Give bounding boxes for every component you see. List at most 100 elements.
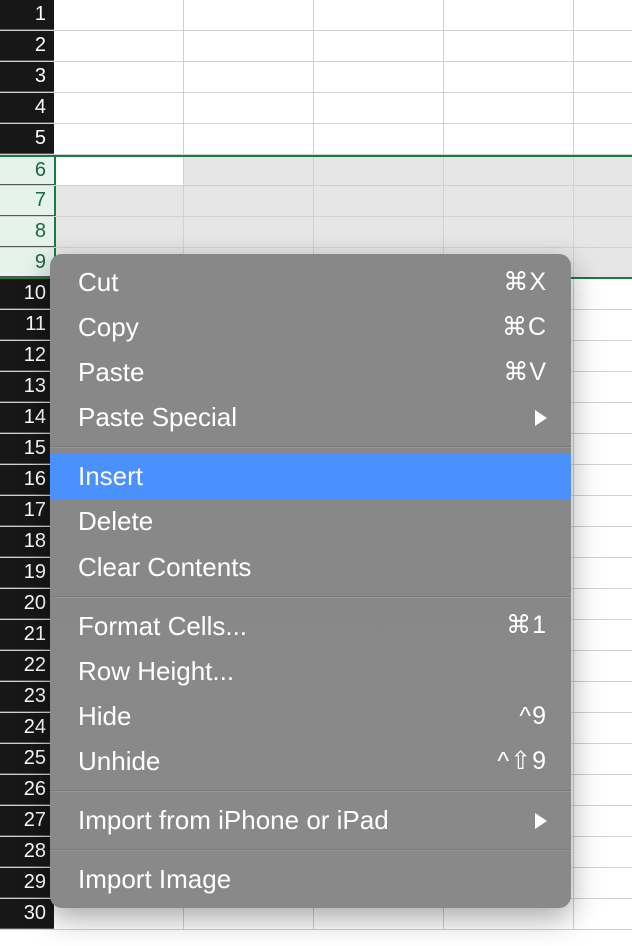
cell[interactable] [54,93,184,123]
row-header[interactable]: 1 [0,0,54,30]
menu-item[interactable]: Hide^9 [50,694,571,739]
row-header[interactable]: 11 [0,310,54,340]
cell[interactable] [184,31,314,61]
menu-item[interactable]: Clear Contents [50,545,571,590]
cell[interactable] [444,0,574,30]
cell[interactable] [574,341,632,371]
row-header[interactable]: 14 [0,403,54,433]
cell[interactable] [574,0,632,30]
row-header[interactable]: 15 [0,434,54,464]
cell[interactable] [184,186,314,216]
cell[interactable] [54,186,184,216]
cell[interactable] [574,744,632,774]
cell[interactable] [574,186,632,216]
cell[interactable] [574,651,632,681]
row-header[interactable]: 5 [0,124,54,154]
row-header[interactable]: 26 [0,775,54,805]
menu-item[interactable]: Cut⌘X [50,260,571,305]
menu-item[interactable]: Format Cells...⌘1 [50,604,571,649]
row-header[interactable]: 6 [0,157,54,185]
cell[interactable] [574,465,632,495]
cell[interactable] [184,0,314,30]
row-header[interactable]: 9 [0,248,54,277]
cell[interactable] [444,186,574,216]
cell[interactable] [314,157,444,185]
row-header[interactable]: 18 [0,527,54,557]
cell[interactable] [574,682,632,712]
menu-item[interactable]: Delete [50,499,571,544]
cell[interactable] [574,217,632,247]
cell[interactable] [314,93,444,123]
cell[interactable] [444,31,574,61]
menu-item[interactable]: Import Image [50,857,571,902]
cell[interactable] [574,124,632,154]
cell[interactable] [574,713,632,743]
cell[interactable] [444,93,574,123]
grid-row[interactable]: 7 [0,186,632,217]
cell[interactable] [54,62,184,92]
row-header[interactable]: 16 [0,465,54,495]
cell[interactable] [574,806,632,836]
row-header[interactable]: 29 [0,868,54,898]
menu-item[interactable]: Copy⌘C [50,305,571,350]
cell[interactable] [444,62,574,92]
row-header[interactable]: 4 [0,93,54,123]
row-header[interactable]: 25 [0,744,54,774]
cell[interactable] [574,837,632,867]
menu-item[interactable]: Paste⌘V [50,350,571,395]
grid-row[interactable]: 2 [0,31,632,62]
grid-row[interactable]: 1 [0,0,632,31]
menu-item[interactable]: Import from iPhone or iPad [50,798,571,843]
row-header[interactable]: 28 [0,837,54,867]
grid-row[interactable]: 8 [0,217,632,248]
cell[interactable] [574,157,632,185]
grid-row[interactable]: 3 [0,62,632,93]
row-header[interactable]: 21 [0,620,54,650]
cell[interactable] [54,217,184,247]
cell[interactable] [574,620,632,650]
row-header[interactable]: 23 [0,682,54,712]
cell[interactable] [574,372,632,402]
cell[interactable] [314,186,444,216]
grid-row[interactable]: 6 [0,155,632,186]
cell[interactable] [574,279,632,309]
cell[interactable] [574,775,632,805]
row-header[interactable]: 12 [0,341,54,371]
cell[interactable] [574,31,632,61]
cell[interactable] [574,434,632,464]
cell[interactable] [574,403,632,433]
cell[interactable] [444,124,574,154]
cell[interactable] [574,899,632,929]
cell[interactable] [574,93,632,123]
cell[interactable] [574,527,632,557]
row-header[interactable]: 7 [0,186,54,216]
row-header[interactable]: 20 [0,589,54,619]
cell[interactable] [444,157,574,185]
row-header[interactable]: 30 [0,899,54,929]
row-header[interactable]: 17 [0,496,54,526]
row-header[interactable]: 13 [0,372,54,402]
cell[interactable] [314,217,444,247]
cell[interactable] [184,124,314,154]
cell[interactable] [574,558,632,588]
menu-item[interactable]: Insert [50,454,571,499]
cell[interactable] [184,93,314,123]
row-header[interactable]: 10 [0,279,54,309]
cell[interactable] [314,62,444,92]
row-header[interactable]: 24 [0,713,54,743]
menu-item[interactable]: Row Height... [50,649,571,694]
row-header[interactable]: 22 [0,651,54,681]
cell[interactable] [54,124,184,154]
row-header[interactable]: 19 [0,558,54,588]
cell[interactable] [184,217,314,247]
row-header[interactable]: 2 [0,31,54,61]
row-header[interactable]: 27 [0,806,54,836]
cell[interactable] [54,157,184,185]
cell[interactable] [314,124,444,154]
cell[interactable] [314,0,444,30]
grid-row[interactable]: 4 [0,93,632,124]
cell[interactable] [54,0,184,30]
cell[interactable] [574,248,632,277]
grid-row[interactable]: 5 [0,124,632,155]
menu-item[interactable]: Unhide^⇧9 [50,739,571,784]
